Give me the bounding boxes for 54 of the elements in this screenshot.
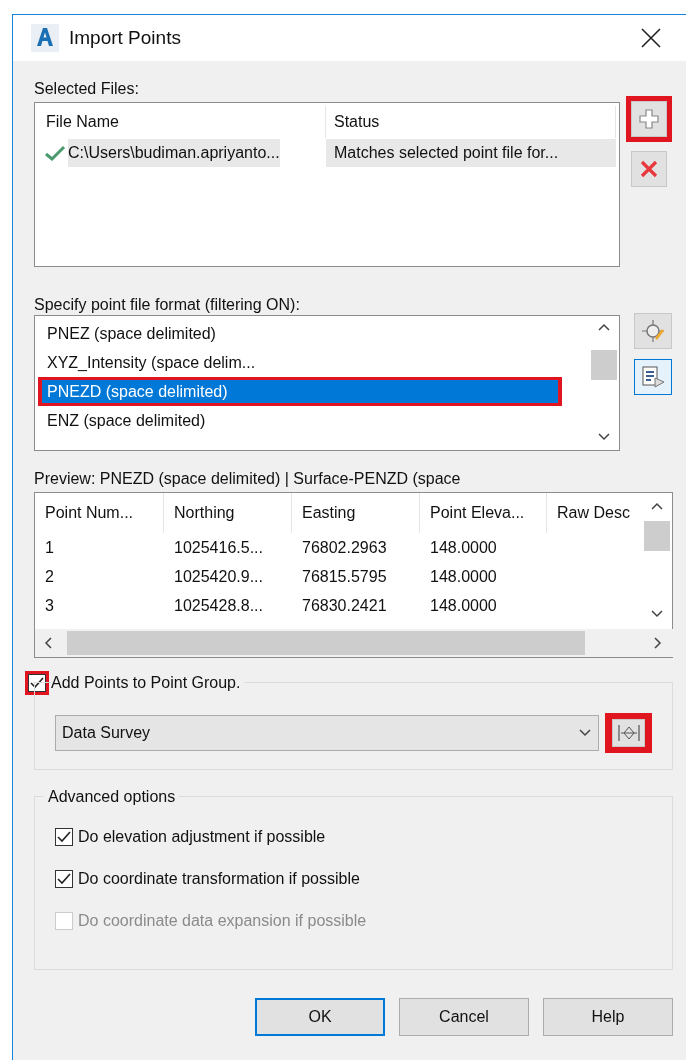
dropdown[interactable]: Data Survey — [55, 715, 600, 751]
dialog-button[interactable]: Help — [543, 998, 673, 1036]
remove-file-button[interactable] — [631, 151, 667, 187]
table-cell: 3 — [45, 596, 54, 614]
edit-format-button[interactable] — [634, 313, 672, 349]
plus-icon — [638, 108, 660, 130]
table-cell: 148.0000 — [430, 538, 497, 556]
close-icon[interactable] — [640, 27, 662, 49]
list-item[interactable]: ENZ (space delimited) — [42, 409, 558, 432]
checkbox[interactable] — [52, 825, 76, 849]
close-icon — [639, 159, 659, 179]
table-cell: 148.0000 — [430, 567, 497, 585]
checkmark-icon — [57, 831, 71, 843]
table-cell: 1025416.5... — [174, 538, 263, 556]
app-logo-icon — [31, 24, 59, 52]
checkbox[interactable] — [52, 867, 76, 891]
table-cell: 1025428.8... — [174, 596, 263, 614]
preview-label: Preview: PNEZD (space delimited) | Surface-PENZD (space — [34, 469, 462, 489]
column-header[interactable]: Point Eleva... — [420, 493, 547, 533]
scrollbar-thumb[interactable] — [644, 521, 670, 551]
table-cell: 1025420.9... — [174, 567, 263, 585]
table-cell: 76802.2963 — [302, 538, 387, 556]
target-icon — [616, 723, 641, 743]
column-header[interactable]: Easting — [292, 493, 420, 533]
pick-group-button[interactable] — [612, 719, 646, 747]
dialog-button[interactable]: OK — [255, 998, 385, 1036]
dialog-button[interactable]: Cancel — [399, 998, 529, 1036]
column-header[interactable]: File Name — [38, 106, 326, 138]
checkmark-icon — [30, 677, 44, 689]
column-header[interactable]: Point Num... — [35, 493, 164, 533]
scrollbar[interactable] — [35, 629, 673, 657]
scrollbar-thumb[interactable] — [67, 631, 585, 655]
table-cell: 2 — [45, 567, 54, 585]
column-header[interactable]: Status — [326, 106, 616, 138]
scrollbar-thumb[interactable] — [591, 350, 617, 380]
list-edit-icon — [640, 364, 666, 390]
section-label: Specify point file format (filtering ON): — [34, 295, 301, 315]
column-header[interactable]: Northing — [164, 493, 292, 533]
table-cell: Matches selected point file for... — [326, 139, 616, 167]
list-item[interactable]: PNEZD (space delimited) — [42, 380, 558, 403]
table-cell: 1 — [45, 538, 54, 556]
list-item[interactable]: PNEZ (space delimited) — [42, 322, 558, 345]
window-title: Import Points — [69, 25, 182, 50]
checkbox-label[interactable]: Do elevation adjustment if possible — [78, 825, 326, 849]
list-item[interactable]: XYZ_Intensity (space delim... — [42, 351, 558, 374]
table-cell: 148.0000 — [430, 596, 497, 614]
checkbox[interactable] — [25, 671, 49, 695]
checkbox-label[interactable]: Do coordinate transformation if possible — [78, 867, 360, 891]
table-cell: C:\Users\budiman.apriyanto... — [68, 139, 280, 167]
table-cell: 76815.5795 — [302, 567, 387, 585]
checkmark-icon — [57, 873, 71, 885]
section-label: Selected Files: — [34, 79, 140, 99]
table-cell: 76830.2421 — [302, 596, 387, 614]
manage-formats-button[interactable] — [634, 359, 672, 395]
